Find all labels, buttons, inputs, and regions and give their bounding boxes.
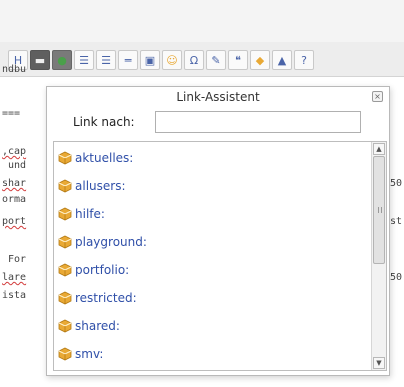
link-target-label: Link nach: [73, 115, 135, 129]
editor-line: ,cap [2, 146, 27, 157]
unordered-list-icon[interactable]: ☰ [96, 50, 116, 70]
more-icon[interactable]: ? [294, 50, 314, 70]
namespace-label: smv: [75, 347, 104, 361]
namespace-item[interactable]: portfolio: [58, 260, 129, 280]
insert-link-icon[interactable]: ◆ [250, 50, 270, 70]
namespace-item[interactable]: restricted: [58, 288, 137, 308]
namespace-label: shared: [75, 319, 120, 333]
top-strip [0, 0, 404, 42]
namespace-folder-icon [58, 179, 72, 193]
editor-line: For [2, 254, 27, 265]
editor-line: lare [2, 272, 27, 283]
namespace-list: smv: shared: restricted: portfolio: playgrou… [53, 141, 387, 371]
namespace-folder-icon [58, 263, 72, 277]
editor-line: orma [2, 194, 27, 205]
link-wizard-dialog: Link-Assistent × Link nach: smv: shared: r… [46, 86, 390, 376]
signature-icon[interactable]: ✎ [206, 50, 226, 70]
namespace-folder-icon [58, 207, 72, 221]
namespace-item[interactable]: aktuelles: [58, 148, 133, 168]
editor-line: ista [2, 290, 27, 301]
editor-line-end: st [389, 216, 402, 227]
namespace-item[interactable]: smv: [58, 344, 103, 364]
scroll-down-button[interactable]: ▼ [373, 357, 385, 369]
special-chars-icon[interactable]: Ω [184, 50, 204, 70]
editor-toolbar: H ▬ ● ☰ ☰ ═ ▣ ☺ Ω ✎ ❝ ◆ ▲? [0, 42, 404, 77]
quote-icon[interactable]: ❝ [228, 50, 248, 70]
editor-line: shar [2, 178, 27, 189]
editor-line-end: 50 [389, 272, 402, 283]
editor-line-end: 50 [389, 178, 402, 189]
scroll-up-button[interactable]: ▲ [373, 143, 385, 155]
close-button[interactable]: × [372, 91, 383, 102]
namespace-folder-icon [58, 151, 72, 165]
namespace-item[interactable]: allusers: [58, 176, 126, 196]
namespace-folder-icon [58, 235, 72, 249]
namespace-label: restricted: [75, 291, 137, 305]
namespace-item[interactable]: hilfe: [58, 204, 105, 224]
namespace-label: hilfe: [75, 207, 105, 221]
namespace-label: aktuelles: [75, 151, 134, 165]
dialog-title: Link-Assistent [176, 90, 260, 104]
namespace-label: portfolio: [75, 263, 130, 277]
link-icon[interactable]: ▬ [30, 50, 50, 70]
horizontal-rule-icon[interactable]: ═ [118, 50, 138, 70]
editor-line: === [2, 108, 21, 119]
namespace-folder-icon [58, 291, 72, 305]
editor-line: ndbu [2, 64, 27, 75]
list-scrollbar[interactable]: ▲ ▼ [371, 142, 386, 370]
ordered-list-icon[interactable]: ☰ [74, 50, 94, 70]
namespace-label: allusers: [75, 179, 126, 193]
namespace-item[interactable]: playground: [58, 232, 147, 252]
link-target-input[interactable] [155, 111, 361, 133]
namespace-folder-icon [58, 319, 72, 333]
editor-line: port [2, 216, 27, 227]
namespace-label: playground: [75, 235, 147, 249]
namespace-item[interactable]: shared: [58, 316, 120, 336]
image-icon[interactable]: ▣ [140, 50, 160, 70]
namespace-folder-icon [58, 347, 72, 361]
external-link-icon[interactable]: ● [52, 50, 72, 70]
media-icon[interactable]: ▲ [272, 50, 292, 70]
scroll-thumb[interactable] [373, 156, 385, 264]
editor-line: und [2, 160, 27, 171]
scroll-grip [378, 207, 382, 213]
smiley-icon[interactable]: ☺ [162, 50, 182, 70]
